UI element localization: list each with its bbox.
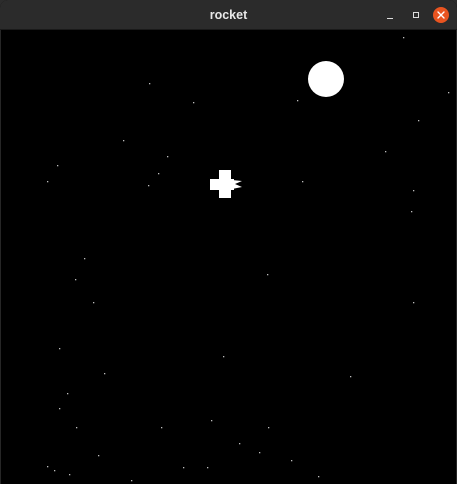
star: [93, 302, 95, 304]
starfield: [47, 37, 450, 482]
star: [59, 408, 61, 410]
star: [47, 466, 49, 468]
star: [411, 211, 413, 213]
star: [207, 467, 209, 469]
star: [403, 37, 405, 39]
star: [47, 181, 49, 183]
star: [167, 156, 169, 158]
star: [148, 185, 150, 187]
star: [297, 100, 299, 102]
star: [413, 190, 415, 192]
star: [448, 92, 450, 94]
maximize-button[interactable]: [408, 7, 424, 23]
star: [149, 83, 151, 85]
star: [67, 393, 69, 395]
star: [268, 427, 270, 429]
star: [104, 373, 106, 375]
star: [211, 420, 213, 422]
minimize-icon: [387, 17, 393, 19]
rocket-body-horizontal: [210, 179, 234, 190]
moon: [308, 61, 344, 97]
star: [76, 427, 78, 429]
star: [158, 173, 160, 175]
star: [131, 480, 133, 482]
star: [69, 474, 71, 476]
star: [259, 452, 261, 454]
star: [75, 279, 77, 281]
title-bar[interactable]: rocket: [0, 0, 457, 30]
star: [84, 258, 86, 260]
close-icon: [437, 11, 445, 19]
star: [318, 476, 320, 478]
star: [385, 151, 387, 153]
app-window: rocket: [0, 0, 457, 484]
star: [98, 455, 100, 457]
rocket: [210, 170, 242, 198]
star: [223, 356, 225, 358]
star: [267, 274, 269, 276]
star: [57, 165, 59, 167]
minimize-button[interactable]: [382, 7, 398, 23]
star: [291, 460, 293, 462]
star: [161, 427, 163, 429]
star: [418, 120, 420, 122]
game-canvas[interactable]: [0, 30, 457, 484]
close-button[interactable]: [433, 7, 449, 23]
star: [183, 467, 185, 469]
star: [193, 102, 195, 104]
star: [302, 181, 304, 183]
maximize-icon: [413, 12, 419, 18]
star: [239, 443, 241, 445]
star: [59, 348, 61, 350]
game-scene: [47, 37, 450, 482]
star: [413, 302, 415, 304]
star: [54, 470, 56, 472]
star: [123, 140, 125, 142]
rocket-flame: [232, 180, 242, 189]
star: [350, 376, 352, 378]
